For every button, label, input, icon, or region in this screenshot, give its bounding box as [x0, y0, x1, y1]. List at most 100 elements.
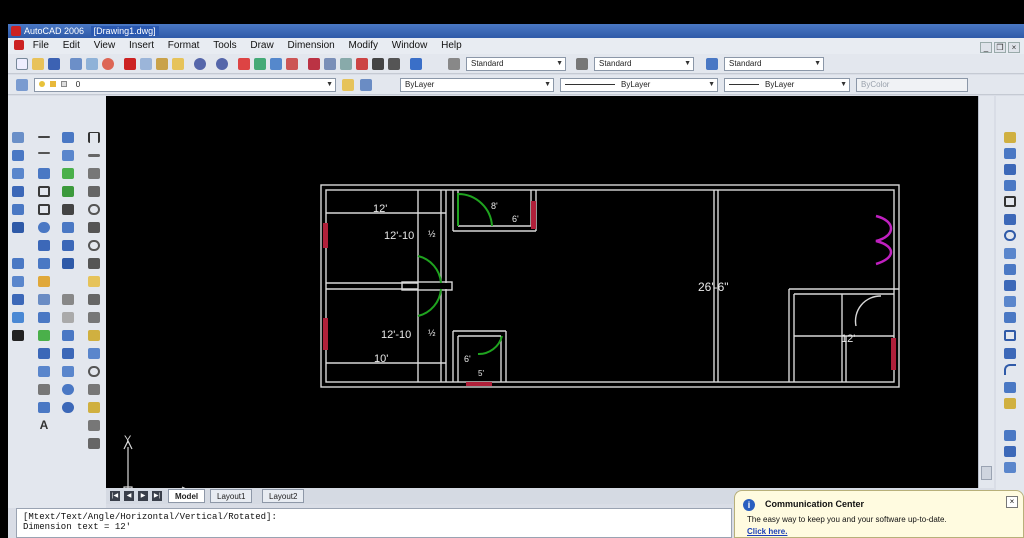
tolerance-icon[interactable] — [88, 348, 100, 359]
linetype-control-select[interactable]: ByLayer ▼ — [560, 78, 718, 92]
menu-edit[interactable]: Edit — [63, 38, 80, 54]
osnap-settings-icon[interactable] — [1004, 382, 1016, 393]
polygon-icon[interactable] — [12, 186, 24, 197]
snap-perpendicular-icon[interactable] — [1004, 264, 1016, 275]
match-properties-icon[interactable] — [172, 58, 184, 70]
zoom-previous-icon[interactable] — [286, 58, 298, 70]
layer-previous-icon[interactable] — [360, 79, 372, 91]
ordinate-dimension-icon[interactable] — [88, 186, 100, 197]
table-style-icon[interactable] — [706, 58, 718, 70]
undo-icon[interactable] — [194, 58, 206, 70]
jogged-dimension-icon[interactable] — [88, 222, 100, 233]
snap-tangent-icon[interactable] — [1004, 248, 1016, 259]
polyline-icon[interactable] — [12, 168, 24, 179]
scale-icon[interactable] — [62, 258, 74, 269]
revcloud-icon[interactable] — [12, 258, 24, 269]
dimension-update-icon[interactable] — [88, 420, 100, 431]
markup-icon[interactable] — [372, 58, 384, 70]
snap-grid-icon[interactable] — [1004, 196, 1016, 207]
chamfer-icon[interactable] — [62, 366, 74, 377]
join-icon[interactable] — [62, 348, 74, 359]
design-center-icon[interactable] — [324, 58, 336, 70]
click-here-link[interactable]: Click here. — [747, 527, 787, 536]
array-icon[interactable] — [62, 204, 74, 215]
mirror-icon[interactable] — [62, 168, 74, 179]
properties-icon[interactable] — [308, 58, 320, 70]
snap-midpoint-icon[interactable] — [1004, 164, 1016, 175]
snap-parallel-icon[interactable] — [1004, 280, 1016, 291]
tab-model[interactable]: Model — [168, 489, 206, 503]
copy-icon[interactable] — [140, 58, 152, 70]
snap-quadrant-icon[interactable] — [1004, 230, 1016, 241]
make-block-icon[interactable] — [12, 330, 24, 341]
paste-icon[interactable] — [156, 58, 168, 70]
vertical-scrollbar[interactable] — [978, 96, 994, 488]
menu-file[interactable]: File — [33, 38, 49, 54]
region-icon[interactable] — [38, 294, 50, 305]
publish-icon[interactable] — [102, 58, 114, 70]
menu-draw[interactable]: Draw — [250, 38, 273, 54]
sheet-set-icon[interactable] — [356, 58, 368, 70]
move-icon[interactable] — [38, 384, 50, 395]
fillet-icon[interactable] — [62, 384, 74, 395]
mtext-icon[interactable]: A — [38, 419, 50, 431]
circle-filled-icon[interactable] — [38, 222, 50, 233]
text-style-icon[interactable] — [448, 58, 460, 70]
make-layer-current-icon[interactable] — [342, 79, 354, 91]
quick-dimension-icon[interactable] — [88, 276, 100, 287]
restore-icon[interactable]: ❐ — [994, 42, 1006, 53]
object-snap-endpoint-icon[interactable] — [1004, 148, 1016, 159]
menu-modify[interactable]: Modify — [349, 38, 378, 54]
ray-icon[interactable] — [38, 152, 50, 154]
arc-icon[interactable] — [12, 222, 24, 233]
tab-layout1[interactable]: Layout1 — [210, 489, 253, 503]
copy-object-icon[interactable] — [62, 150, 74, 161]
edit-pencil-icon[interactable] — [1004, 132, 1016, 143]
text-style-select[interactable]: Standard ▼ — [466, 57, 566, 71]
spline-icon[interactable] — [12, 276, 24, 287]
cut-icon[interactable] — [124, 58, 136, 70]
new-icon[interactable] — [16, 58, 28, 70]
calculator-icon[interactable] — [388, 58, 400, 70]
drawing-canvas[interactable]: 12' 12'-10 ½ 12'-10 ½ 10' 8' 6' 26'-6" 1… — [106, 96, 978, 488]
close-icon[interactable]: × — [1006, 496, 1018, 508]
angular-dimension-icon[interactable] — [88, 258, 100, 269]
color-control-select[interactable]: ByLayer ▼ — [400, 78, 554, 92]
menu-dimension[interactable]: Dimension — [288, 38, 335, 54]
snap-intersection-icon[interactable] — [1004, 180, 1016, 191]
layer-manager-icon[interactable] — [16, 79, 28, 91]
line-icon[interactable] — [38, 136, 50, 138]
aligned-dimension-icon[interactable] — [88, 154, 100, 157]
pan-icon[interactable] — [238, 58, 250, 70]
redo-icon[interactable] — [216, 58, 228, 70]
extra-tool-1-icon[interactable] — [1004, 430, 1016, 441]
insert-block-icon[interactable] — [12, 312, 24, 323]
rectangle-icon[interactable] — [12, 204, 24, 215]
baseline-dimension-icon[interactable] — [88, 294, 100, 305]
plot-preview-icon[interactable] — [86, 58, 98, 70]
extend-icon[interactable] — [62, 312, 74, 323]
menu-view[interactable]: View — [94, 38, 116, 54]
snap-none-icon[interactable] — [1004, 348, 1016, 359]
plot-icon[interactable] — [70, 58, 82, 70]
point-icon[interactable] — [38, 258, 50, 269]
table-icon[interactable] — [38, 312, 50, 323]
quick-leader-icon[interactable] — [88, 330, 100, 341]
explode-icon[interactable] — [62, 402, 74, 413]
arc-length-icon[interactable] — [88, 168, 100, 179]
radius-dimension-icon[interactable] — [88, 204, 100, 215]
construction-line-icon[interactable] — [12, 150, 24, 161]
tab-layout2[interactable]: Layout2 — [262, 489, 305, 503]
document-icon[interactable] — [14, 40, 24, 51]
move-object-icon[interactable] — [62, 222, 74, 233]
center-mark-icon[interactable] — [88, 366, 100, 377]
snap-insert-icon[interactable] — [1004, 296, 1016, 307]
rotate-icon[interactable] — [62, 240, 74, 251]
zoom-realtime-icon[interactable] — [254, 58, 266, 70]
dimension-edit-icon[interactable] — [88, 384, 100, 395]
first-tab-icon[interactable]: |◀ — [110, 491, 120, 501]
save-icon[interactable] — [48, 58, 60, 70]
continue-dimension-icon[interactable] — [88, 312, 100, 323]
snap-center-icon[interactable] — [1004, 214, 1016, 225]
donut-icon[interactable] — [38, 240, 50, 251]
